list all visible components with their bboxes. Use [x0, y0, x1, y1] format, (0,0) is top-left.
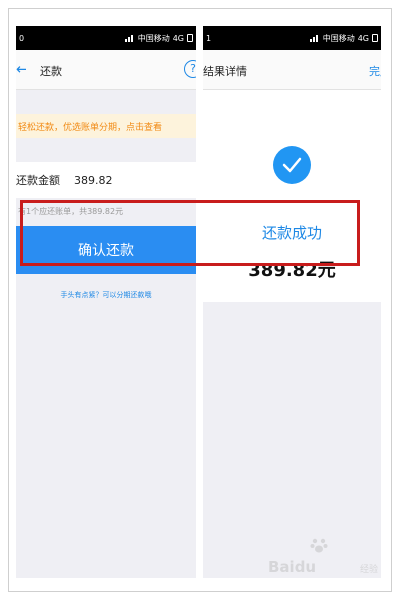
battery-icon [372, 34, 378, 42]
status-bar: 1 中国移动 4G [203, 26, 381, 50]
amount-value: 389.82 [74, 173, 113, 187]
status-time: 0 [19, 33, 25, 43]
page-title: 还款 [40, 65, 62, 78]
highlight-box [20, 200, 360, 266]
paw-icon [310, 538, 328, 553]
status-bar: 0 中国移动 4G [16, 26, 196, 50]
amount-label: 还款金额 [16, 174, 60, 187]
help-icon[interactable]: ? [184, 60, 196, 78]
checkmark-glyph [282, 157, 302, 173]
signal-icon [124, 34, 135, 42]
carrier-label: 中国移动 [322, 33, 355, 43]
nav-bar: ← 还款 ? [16, 50, 196, 90]
watermark-sub: 经验 [359, 565, 378, 575]
page-title: 结果详情 [203, 65, 247, 78]
watermark-text: Baidu [268, 558, 317, 576]
carrier-label: 中国移动 [137, 33, 170, 43]
nav-bar: 结果详情 完成 [203, 50, 381, 90]
back-arrow-icon[interactable]: ← [16, 60, 26, 78]
network-label: 4G [172, 33, 184, 43]
checkmark-icon [273, 146, 311, 184]
installment-banner[interactable]: 轻松还款，优选账单分期，点击查看 [16, 114, 196, 138]
result-screen: 1 中国移动 4G 结果详情 完成 还款成功 389.82元 [203, 26, 381, 578]
signal-icon [309, 34, 320, 42]
repayment-screen: 0 中国移动 4G ← 还款 ? 轻松还款，优选账单分期，点击查看 还款金额 3… [16, 26, 196, 578]
installment-link[interactable]: 手头有点紧？可以分期还款哦 [16, 290, 196, 300]
status-time: 1 [206, 33, 212, 43]
done-button[interactable]: 完成 [369, 63, 381, 79]
result-panel: 还款成功 389.82元 [203, 90, 381, 302]
amount-row: 还款金额 389.82 [16, 162, 196, 198]
network-label: 4G [357, 33, 369, 43]
baidu-watermark: Baidu 经验 [268, 536, 378, 580]
battery-icon [187, 34, 193, 42]
banner-text: 轻松还款，优选账单分期，点击查看 [18, 122, 163, 133]
